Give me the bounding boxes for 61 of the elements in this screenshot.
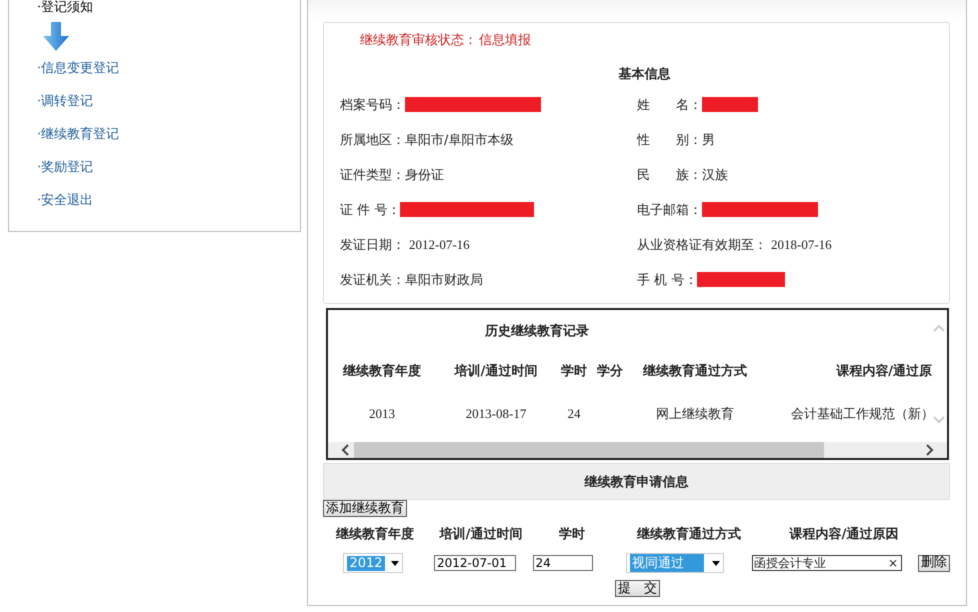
scroll-up-icon[interactable]	[933, 324, 945, 332]
field-label: 证件类型：	[340, 166, 405, 184]
field-label: 证 件 号：	[340, 202, 400, 218]
sidebar-heading: ·登记须知	[37, 0, 94, 16]
field-label: 发证日期：	[340, 236, 405, 254]
down-arrow-icon	[43, 22, 69, 52]
column-header: 培训/通过时间	[453, 362, 538, 380]
table-cell-text: 24	[566, 406, 582, 422]
table-cell-text: 2013	[368, 406, 396, 422]
column-header: 继续教育年度	[334, 526, 415, 543]
add-button[interactable]: 添加继续教育	[323, 500, 407, 517]
scroll-down-icon[interactable]	[933, 416, 945, 424]
section-title: 基本信息	[618, 66, 672, 83]
section-header: 继续教育申请信息	[323, 463, 950, 500]
table-cell-text: 2013-08-17	[464, 406, 528, 422]
field-value: 阜阳市财政局	[405, 272, 483, 288]
caret-icon	[390, 560, 399, 566]
vertical-scrollbar[interactable]	[931, 324, 947, 424]
field-label: 手 机 号：	[637, 272, 698, 288]
delete-button[interactable]: 删除	[918, 554, 950, 572]
field-value: 汉族	[702, 166, 728, 184]
sidebar-link[interactable]: ·奖励登记	[37, 151, 94, 184]
field-label: 电子邮箱：	[637, 202, 702, 218]
status-label: 继续教育审核状态：	[360, 32, 477, 49]
sidebar-link[interactable]: ·信息变更登记	[37, 52, 120, 85]
column-header: 继续教育通过方式	[642, 362, 748, 380]
column-header: 继续教育通过方式	[636, 526, 742, 543]
table-title: 历史继续教育记录	[485, 322, 589, 341]
table-cell-text: 网上继续教育	[655, 406, 735, 423]
sidebar-link[interactable]: ·安全退出	[37, 184, 94, 217]
field-value: 身份证	[405, 166, 444, 184]
column-header: 课程内容/通过原因	[788, 526, 900, 543]
field-value: 2018-07-16	[771, 236, 832, 252]
field-label: 姓 名：	[637, 96, 702, 114]
field-label: 所属地区：	[340, 132, 405, 148]
submit-button[interactable]: 提 交	[615, 580, 660, 597]
scroll-left-icon[interactable]	[340, 444, 350, 456]
field-label: 民 族：	[637, 166, 702, 184]
horizontal-scrollbar[interactable]	[328, 442, 947, 458]
field-label: 性 别：	[637, 132, 702, 148]
field-value: 2012-07-16	[409, 236, 470, 252]
sidebar-link[interactable]: ·继续教育登记	[37, 118, 120, 151]
table-cell-text: 会计基础工作规范（新）	[790, 406, 934, 423]
column-header: 继续教育年度	[342, 362, 422, 380]
field-label: 从业资格证有效期至：	[637, 236, 767, 254]
column-header: 学分	[596, 363, 624, 380]
course-input[interactable]: 函授会计专业 ×	[752, 555, 902, 571]
column-header: 培训/通过时间	[438, 526, 524, 543]
column-header: 课程内容/通过原	[835, 362, 932, 380]
status-value: 信息填报	[479, 32, 531, 49]
date-input[interactable]: 2012-07-01	[434, 555, 516, 571]
field-value: 阜阳市/阜阳市本级	[405, 132, 514, 148]
column-header: 学时	[560, 363, 588, 380]
caret-icon	[712, 560, 720, 566]
scroll-right-icon[interactable]	[925, 444, 935, 456]
column-header: 学时	[558, 526, 586, 543]
hours-input[interactable]: 24	[532, 555, 592, 571]
field-label: 档案号码：	[340, 96, 405, 114]
sidebar-link[interactable]: ·调转登记	[37, 85, 94, 118]
field-value: 男	[702, 132, 715, 148]
field-label: 发证机关：	[340, 272, 405, 288]
